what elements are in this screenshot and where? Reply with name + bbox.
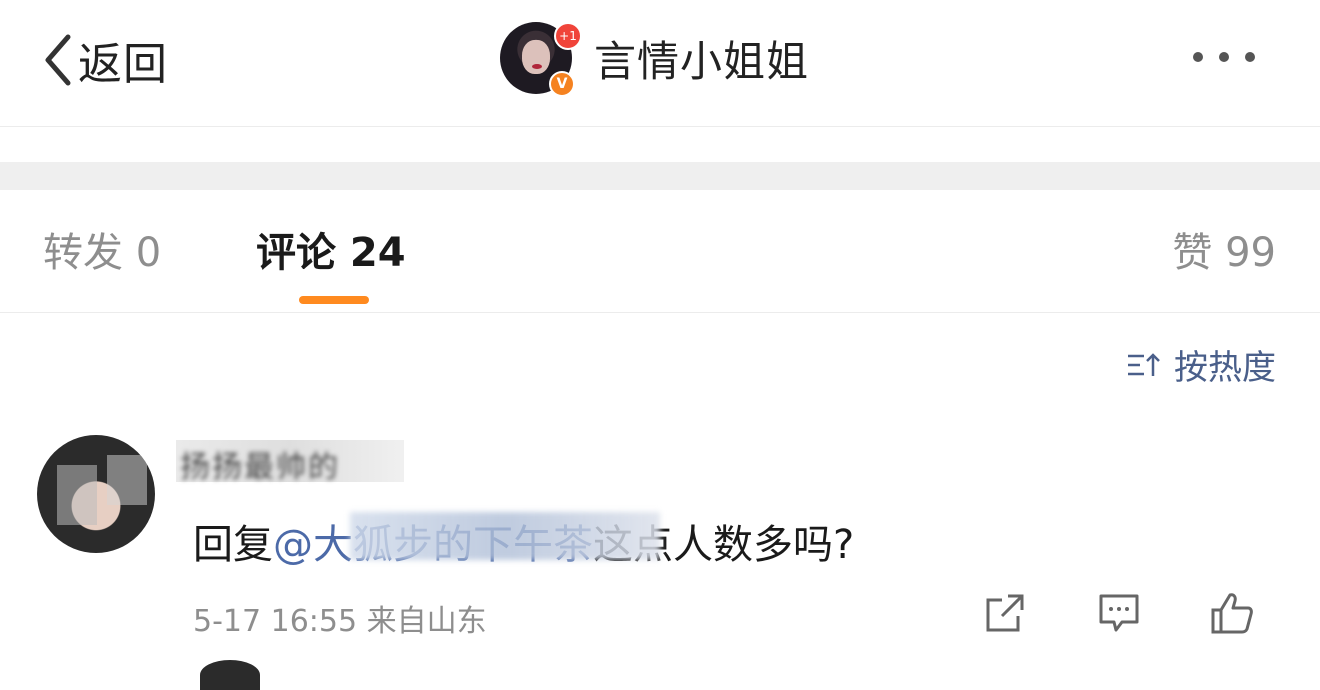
avatar-lips: [532, 64, 542, 69]
sort-button[interactable]: 按热度: [1126, 340, 1276, 389]
like-button[interactable]: [1209, 590, 1255, 636]
more-options-icon[interactable]: [1193, 52, 1255, 62]
top-bar: 返回 +1 V 言情小姐姐: [0, 0, 1320, 127]
sort-icon: [1128, 352, 1160, 376]
tab-comment[interactable]: 评论 24: [256, 220, 406, 278]
profile-header[interactable]: +1 V 言情小姐姐: [500, 22, 809, 97]
new-count-badge: +1: [554, 22, 582, 50]
comment-username[interactable]: 扬扬最帅的: [180, 442, 340, 486]
tab-bar: 转发 0 评论 24 赞 99: [0, 190, 1320, 313]
chevron-left-icon: [45, 34, 71, 86]
mention-mosaic: [350, 512, 660, 560]
comment-meta: 5-17 16:55 来自山东: [193, 604, 487, 639]
dot: [1245, 52, 1255, 62]
avatar-mosaic: [107, 455, 147, 505]
list-item: 扬扬最帅的 回复@大狐步的下午茶这点人数多吗? 5-17 16:55 来自山东: [0, 430, 1320, 671]
back-label: 返回: [78, 39, 168, 90]
reply-button[interactable]: [1096, 590, 1142, 636]
back-button[interactable]: 返回: [40, 28, 168, 92]
thumbs-up-icon: [1211, 593, 1253, 634]
dot: [1193, 52, 1203, 62]
avatar-mosaic: [57, 465, 97, 525]
dot: [1219, 52, 1229, 62]
sort-label: 按热度: [1174, 348, 1276, 388]
section-divider: [0, 162, 1320, 190]
share-button[interactable]: [982, 590, 1028, 636]
share-icon: [986, 594, 1024, 632]
next-comment-avatar[interactable]: [200, 660, 260, 690]
reply-prefix: 回复: [193, 522, 273, 568]
tab-repost[interactable]: 转发 0: [43, 220, 161, 278]
comment-icon: [1099, 594, 1139, 632]
active-tab-indicator: [299, 296, 369, 304]
avatar[interactable]: +1 V: [500, 22, 582, 97]
profile-name[interactable]: 言情小姐姐: [594, 28, 809, 89]
tab-like[interactable]: 赞 99: [1172, 220, 1276, 278]
verified-badge-icon: V: [549, 71, 575, 97]
avatar[interactable]: [37, 435, 155, 553]
